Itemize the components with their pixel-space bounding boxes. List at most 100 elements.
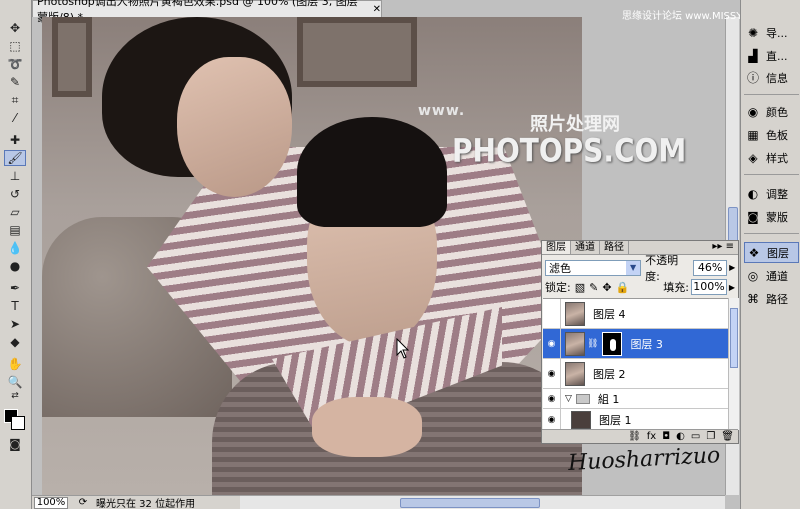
quick-select-tool-icon[interactable]: ✎	[4, 74, 26, 90]
dock-histogram[interactable]: ▟ 直...	[744, 45, 799, 66]
link-icon[interactable]: ⛓	[587, 339, 598, 349]
eye-icon[interactable]: ◉	[543, 329, 561, 358]
scrollbar-thumb[interactable]	[400, 498, 540, 508]
tab-paths[interactable]: 路径	[600, 241, 629, 254]
masks-icon: ◙	[747, 209, 759, 224]
dock-label: 色板	[766, 128, 788, 142]
brush-tool-icon[interactable]: 🖌	[4, 150, 26, 166]
status-bar: 100% ⟳ 曝光只在 32 位起作用	[32, 495, 240, 509]
hand-tool-icon[interactable]: ✋	[4, 356, 26, 372]
status-text: 曝光只在 32 位起作用	[96, 499, 196, 509]
dock-styles[interactable]: ◈ 样式	[744, 147, 799, 168]
layer-row[interactable]: 图层 4	[543, 299, 728, 329]
layers-scrollbar[interactable]	[728, 298, 739, 430]
layer-row[interactable]: ◉ 图层 1	[543, 409, 728, 431]
layer-row[interactable]: ◉ 图层 2	[543, 359, 728, 389]
layer-style-icon[interactable]: fx	[647, 431, 656, 442]
tab-channels[interactable]: 通道	[571, 241, 600, 254]
close-icon[interactable]: ✕	[373, 4, 381, 15]
paths-icon: ⌘	[747, 291, 759, 306]
fill-arrow-icon[interactable]: ▶	[727, 283, 737, 292]
dock-divider	[744, 174, 799, 178]
dock-channels[interactable]: ◎ 通道	[744, 265, 799, 286]
panel-menu-icon[interactable]: ▸▸ ≡	[708, 241, 738, 254]
eyedropper-tool-icon[interactable]: ⁄	[4, 110, 26, 126]
layer-mask-thumbnail[interactable]	[602, 331, 623, 356]
layer-name: 图层 2	[593, 367, 626, 381]
healing-brush-tool-icon[interactable]: ✚	[4, 132, 26, 148]
scrollbar-thumb[interactable]	[730, 308, 738, 368]
dock-masks[interactable]: ◙ 蒙版	[744, 206, 799, 227]
styles-icon: ◈	[748, 150, 758, 165]
adjustments-icon: ◐	[747, 186, 759, 201]
link-layers-icon[interactable]: ⛓	[628, 431, 641, 442]
document-tab[interactable]: Photoshop调出人物照片黄褐色效果.psd @ 100% (图层 3, 图…	[32, 0, 382, 24]
opacity-arrow-icon[interactable]: ▶	[727, 263, 737, 272]
dock-divider	[744, 233, 799, 237]
layers-panel-tabs: 图层 通道 路径 ▸▸ ≡	[542, 241, 738, 255]
history-brush-tool-icon[interactable]: ↺	[4, 186, 26, 202]
layer-row[interactable]: ◉ ⛓ 图层 3	[543, 329, 728, 359]
layers-panel: 图层 通道 路径 ▸▸ ≡ 滤色 ▼ 不透明度: 46% ▶ 锁定: ▧ ✎ ✥…	[541, 240, 739, 444]
dock-color[interactable]: ◉ 颜色	[744, 101, 799, 122]
status-info-icon[interactable]: ⟳	[76, 497, 90, 508]
clone-stamp-tool-icon[interactable]: ⊥	[4, 168, 26, 184]
wall-picture	[52, 17, 92, 97]
layer-thumbnail	[571, 410, 591, 429]
visibility-toggle[interactable]	[543, 299, 561, 328]
new-group-icon[interactable]: ▭	[691, 431, 700, 442]
dock-label: 图层	[767, 246, 789, 260]
dock-label: 蒙版	[766, 210, 788, 224]
lock-transparency-icon[interactable]: ▧	[575, 281, 585, 294]
blur-tool-icon[interactable]: 💧	[4, 240, 26, 256]
eraser-tool-icon[interactable]: ▱	[4, 204, 26, 220]
lock-all-icon[interactable]: 🔒	[616, 281, 630, 294]
channels-icon: ◎	[747, 268, 759, 283]
dock-paths[interactable]: ⌘ 路径	[744, 288, 799, 309]
tab-layers[interactable]: 图层	[542, 241, 571, 254]
zoom-field[interactable]: 100%	[34, 496, 68, 509]
marquee-tool-icon[interactable]: ⬚	[4, 38, 26, 54]
pen-tool-icon[interactable]: ✒	[4, 280, 26, 296]
adjustment-layer-icon[interactable]: ◐	[676, 431, 685, 442]
move-tool-icon[interactable]: ✥	[4, 20, 26, 36]
quick-mask-icon[interactable]: ◙	[4, 436, 26, 452]
layer-group-row[interactable]: ◉ ▽ 組 1	[543, 389, 728, 409]
dock-swatches[interactable]: ▦ 色板	[744, 124, 799, 145]
dock-adjustments[interactable]: ◐ 调整	[744, 183, 799, 204]
path-select-tool-icon[interactable]: ➤	[4, 316, 26, 332]
layer-name: 图层 3	[630, 337, 663, 351]
lasso-tool-icon[interactable]: ➰	[4, 56, 26, 72]
canvas-horizontal-scrollbar[interactable]	[240, 495, 725, 509]
eye-icon[interactable]: ◉	[543, 389, 561, 408]
swap-colors-icon[interactable]: ⇄	[4, 390, 26, 402]
cursor-arrow-icon	[396, 338, 410, 359]
dock-info[interactable]: ⓘ 信息	[744, 67, 799, 88]
eye-icon[interactable]: ◉	[543, 409, 561, 430]
crop-tool-icon[interactable]: ⌗	[4, 92, 26, 108]
dock-layers[interactable]: ❖ 图层	[744, 242, 799, 263]
gradient-tool-icon[interactable]: ▤	[4, 222, 26, 238]
signature: Huosharrizuo	[567, 443, 721, 476]
delete-layer-icon[interactable]: 🗑	[721, 431, 734, 442]
wall-picture	[297, 17, 417, 87]
type-tool-icon[interactable]: T	[4, 298, 26, 314]
dock-label: 调整	[766, 187, 788, 201]
opacity-field[interactable]: 46%	[692, 259, 728, 276]
new-layer-icon[interactable]: ❐	[706, 431, 715, 442]
fill-field[interactable]: 100%	[691, 279, 727, 295]
eye-icon[interactable]: ◉	[543, 359, 561, 388]
lock-pixels-icon[interactable]: ✎	[589, 281, 598, 294]
canvas-image[interactable]	[42, 17, 582, 495]
shape-tool-icon[interactable]: ◆	[4, 334, 26, 350]
lock-position-icon[interactable]: ✥	[602, 281, 611, 294]
blend-mode-select[interactable]: 滤色 ▼	[545, 259, 642, 276]
dock-label: 信息	[766, 71, 788, 85]
add-mask-icon[interactable]: ◘	[662, 431, 670, 442]
dodge-tool-icon[interactable]: ●	[4, 258, 26, 274]
chevron-down-icon[interactable]: ▼	[626, 260, 641, 275]
dock-navigator[interactable]: ✺ 导...	[744, 22, 799, 43]
background-color-swatch[interactable]	[11, 416, 25, 430]
chevron-down-icon[interactable]: ▽	[565, 394, 572, 404]
zoom-tool-icon[interactable]: 🔍	[4, 374, 26, 390]
